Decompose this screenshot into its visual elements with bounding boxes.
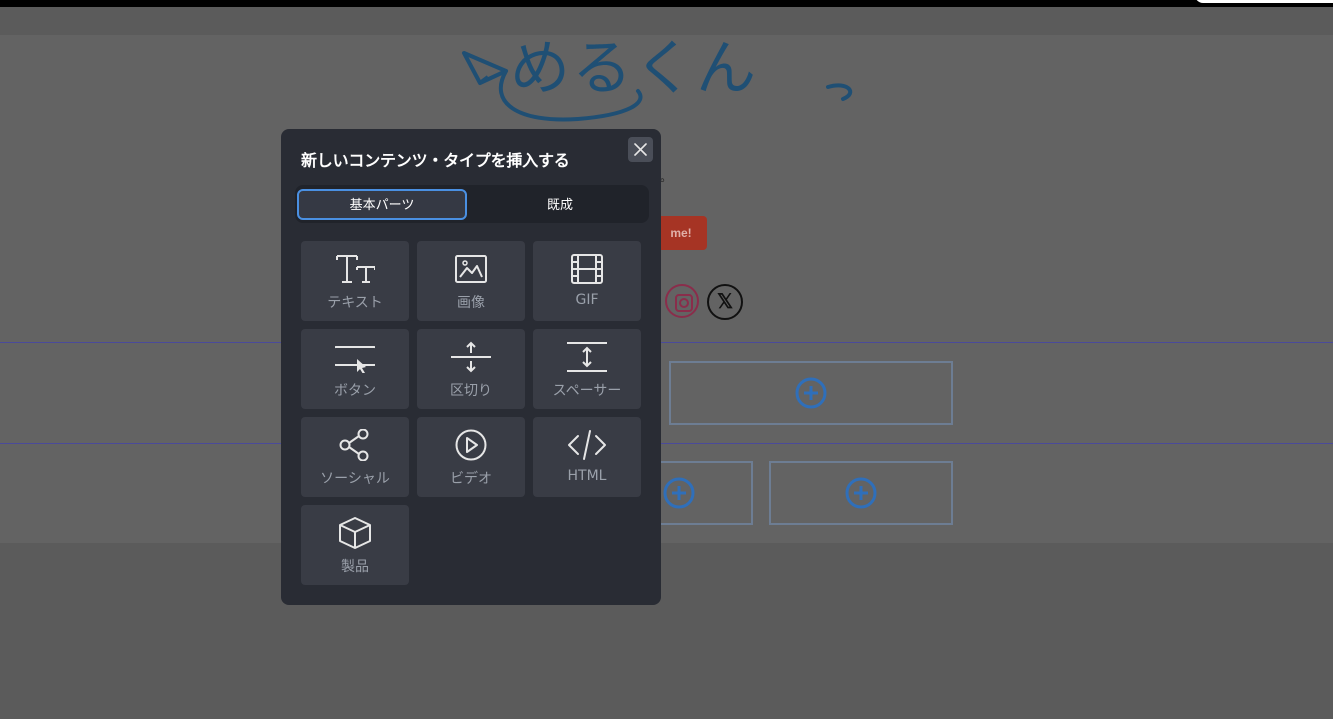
social-icon — [339, 429, 369, 461]
row-divider — [0, 342, 1333, 343]
text-icon — [336, 255, 375, 283]
tile-gif[interactable]: GIF — [533, 241, 641, 321]
add-content-icon[interactable] — [663, 477, 695, 509]
close-icon[interactable] — [633, 142, 648, 157]
background-cta-button[interactable]: me! — [655, 216, 707, 250]
tile-text[interactable]: テキスト — [301, 241, 409, 321]
product-icon — [339, 517, 371, 549]
close-button[interactable] — [628, 137, 653, 162]
tile-label: ビデオ — [450, 471, 492, 487]
divider-icon — [451, 341, 491, 373]
gif-icon — [571, 254, 603, 284]
spacer-icon — [567, 342, 607, 372]
tile-label: ボタン — [334, 383, 376, 399]
tab-basic-parts[interactable]: 基本パーツ — [297, 189, 467, 220]
tile-spacer[interactable]: スペーサー — [533, 329, 641, 409]
tile-label: 画像 — [457, 295, 485, 311]
tile-product[interactable]: 製品 — [301, 505, 409, 585]
tile-label: 製品 — [341, 559, 369, 575]
tab-presets[interactable]: 既成 — [475, 189, 645, 220]
content-type-tabs: 基本パーツ 既成 — [295, 185, 649, 223]
button-icon — [335, 346, 375, 373]
tile-video[interactable]: ビデオ — [417, 417, 525, 497]
tile-label: テキスト — [327, 295, 383, 311]
html-icon — [568, 430, 606, 460]
add-content-icon[interactable] — [845, 477, 877, 509]
tile-label: HTML — [567, 468, 607, 484]
tile-label: スペーサー — [552, 383, 622, 399]
add-content-icon[interactable] — [795, 377, 827, 409]
video-icon — [455, 429, 487, 461]
logo-text: めるくん — [510, 34, 758, 104]
tile-label: GIF — [575, 292, 599, 308]
tile-divider[interactable]: 区切り — [417, 329, 525, 409]
tile-label: ソーシャル — [320, 471, 390, 487]
tile-image[interactable]: 画像 — [417, 241, 525, 321]
tile-button[interactable]: ボタン — [301, 329, 409, 409]
row-divider — [0, 443, 1333, 444]
background-text-fragment: 。 — [660, 170, 673, 184]
tile-social[interactable]: ソーシャル — [301, 417, 409, 497]
empty-column-slot[interactable] — [769, 461, 953, 525]
insert-content-modal: 新しいコンテンツ・タイプを挿入する 基本パーツ 既成 テキスト 画像 GIF ボ… — [281, 129, 661, 605]
logo: めるくん — [458, 39, 860, 129]
x-icon[interactable]: 𝕏 — [707, 284, 743, 320]
empty-column-slot[interactable] — [669, 361, 953, 425]
modal-title: 新しいコンテンツ・タイプを挿入する — [301, 151, 570, 170]
tile-label: 区切り — [450, 383, 492, 399]
empty-column-slot[interactable] — [653, 461, 753, 525]
top-bar — [0, 0, 1333, 7]
instagram-icon[interactable] — [665, 284, 699, 318]
image-icon — [455, 255, 487, 283]
top-right-panel — [1195, 0, 1333, 3]
tile-html[interactable]: HTML — [533, 417, 641, 497]
